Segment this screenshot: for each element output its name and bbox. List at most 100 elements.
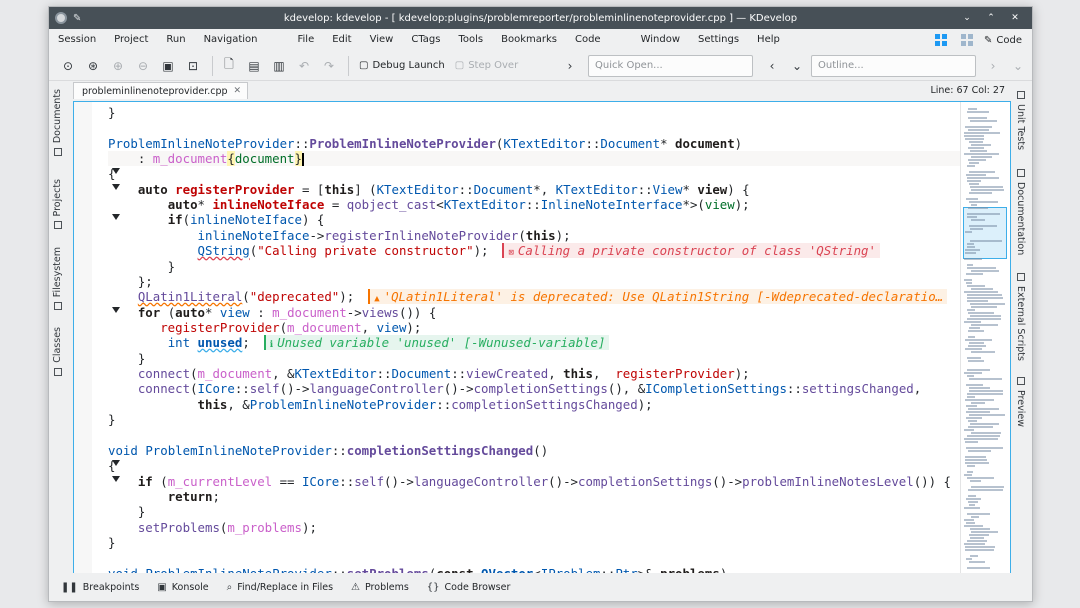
area-grid-icon[interactable] <box>932 31 950 49</box>
minimap-line <box>970 186 1003 188</box>
code-text[interactable]: } ProblemInlineNoteProvider::ProblemInli… <box>108 102 960 574</box>
tab-classes[interactable]: Classes <box>52 327 63 376</box>
tab-documents[interactable]: Documents <box>52 89 63 157</box>
step-over-icon: ▢ <box>454 60 465 71</box>
minimap-line <box>970 120 997 122</box>
minimap[interactable] <box>960 102 1010 574</box>
inline-error-note[interactable]: ⊠ Calling a private constructor of class … <box>502 243 880 258</box>
new-file-icon[interactable]: 🗋 <box>218 55 240 77</box>
minimap-line <box>967 396 975 398</box>
menu-tools[interactable]: Tools <box>449 29 492 51</box>
tab-problems[interactable]: ⚠ Problems <box>351 582 409 593</box>
menu-window[interactable]: Window <box>632 29 689 51</box>
minimap-line <box>971 288 993 290</box>
menu-run[interactable]: Run <box>157 29 194 51</box>
minimap-line <box>966 498 981 500</box>
tab-konsole[interactable]: ▣ Konsole <box>157 582 208 593</box>
minimap-line <box>966 447 1003 449</box>
title-bar[interactable]: ✎ kdevelop: kdevelop - [ kdevelop:plugin… <box>49 7 1032 29</box>
minimap-line <box>969 534 989 536</box>
code-editor[interactable]: } ProblemInlineNoteProvider::ProblemInli… <box>73 101 1011 575</box>
menu-file[interactable]: File <box>289 29 324 51</box>
minimap-line <box>967 309 975 311</box>
area-review-icon[interactable] <box>958 31 976 49</box>
minimap-line <box>971 531 998 533</box>
tab-unit-tests[interactable]: Unit Tests <box>1015 91 1026 150</box>
tab-documents-label: Documents <box>52 89 63 144</box>
kdevelop-app-icon[interactable] <box>55 12 67 24</box>
menu-settings[interactable]: Settings <box>689 29 748 51</box>
minimap-line <box>968 117 987 119</box>
minimize-icon[interactable]: ⌄ <box>960 11 974 25</box>
code-line: auto* inlineNoteIface = qobject_cast<KTe… <box>167 197 750 212</box>
menu-ctags[interactable]: CTags <box>402 29 449 51</box>
toolbar-more-icon[interactable]: › <box>559 55 581 77</box>
tab-find-replace[interactable]: ⌕ Find/Replace in Files <box>227 582 333 593</box>
menu-code[interactable]: Code <box>566 29 610 51</box>
tab-documentation[interactable]: Documentation <box>1015 169 1026 255</box>
inline-info-note[interactable]: ℹ Unused variable 'unused' [-Wunused-vari… <box>263 335 610 350</box>
search-icon: ⌕ <box>226 581 233 593</box>
redo-icon[interactable]: ↷ <box>318 55 340 77</box>
tab-code-browser[interactable]: {} Code Browser <box>427 582 511 593</box>
code-line: if(inlineNoteIface) { <box>167 212 325 227</box>
minimap-line <box>971 189 1004 191</box>
minimap-line <box>967 177 999 179</box>
undo-icon[interactable]: ↶ <box>293 55 315 77</box>
execute-icon[interactable]: ⊙ <box>57 55 79 77</box>
tab-projects[interactable]: Projects <box>52 179 63 230</box>
warning-note-text: 'QLatin1Literal' is deprecated: Use QLat… <box>383 289 944 304</box>
menu-project[interactable]: Project <box>105 29 157 51</box>
breakpoints-icon: ❚❚ <box>61 581 78 593</box>
install-icon[interactable]: ⊡ <box>182 55 204 77</box>
bottom-tool-dock: ❚❚ Breakpoints ▣ Konsole ⌕ Find/Replace … <box>49 573 1032 601</box>
menu-edit[interactable]: Edit <box>323 29 360 51</box>
save-as-icon[interactable]: ▥ <box>268 55 290 77</box>
documentation-icon <box>1016 169 1025 177</box>
debug-icon[interactable]: ⊛ <box>82 55 104 77</box>
konsole-icon: ▣ <box>157 581 167 593</box>
step-over-button[interactable]: ▢ Step Over <box>450 55 523 77</box>
minimap-line <box>967 165 975 167</box>
code-area-button[interactable]: ✎ Code <box>984 35 1032 46</box>
tab-filesystem[interactable]: Filesystem <box>52 247 63 311</box>
close-tab-icon[interactable]: ✕ <box>234 86 242 96</box>
document-tab[interactable]: probleminlinenoteprovider.cpp ✕ <box>73 82 249 99</box>
zoom-out-icon[interactable]: ⊖ <box>132 55 154 77</box>
tab-external-scripts[interactable]: External Scripts <box>1015 273 1026 361</box>
minimap-line <box>968 495 976 497</box>
menu-navigation[interactable]: Navigation <box>195 29 267 51</box>
minimap-line <box>971 219 985 221</box>
build-icon[interactable]: ▣ <box>157 55 179 77</box>
menu-bookmarks[interactable]: Bookmarks <box>492 29 566 51</box>
history-dropdown-icon[interactable]: ⌄ <box>786 55 808 77</box>
minimap-line <box>969 390 1003 392</box>
code-line: if (m_currentLevel == ICore::self()->lan… <box>137 474 952 489</box>
zoom-in-icon[interactable]: ⊕ <box>107 55 129 77</box>
quick-open-input[interactable]: Quick Open... <box>588 54 753 77</box>
menu-view[interactable]: View <box>361 29 403 51</box>
save-icon[interactable]: ▤ <box>243 55 265 77</box>
tab-preview[interactable]: Preview <box>1015 377 1026 427</box>
minimap-line <box>971 351 995 353</box>
minimap-line <box>970 315 1001 317</box>
code-line: registerProvider(m_document, view); <box>160 320 422 335</box>
tab-breakpoints[interactable]: ❚❚ Breakpoints <box>61 582 139 593</box>
minimap-line <box>970 423 999 425</box>
forward-icon[interactable]: › <box>982 55 1004 77</box>
outline-input[interactable]: Outline... <box>811 54 976 77</box>
back-icon[interactable]: ‹ <box>761 55 783 77</box>
debug-launch-button[interactable]: ▢ Debug Launch <box>354 55 450 77</box>
pin-icon[interactable]: ✎ <box>73 13 81 24</box>
minimap-line <box>966 282 972 284</box>
maximize-icon[interactable]: ⌃ <box>984 11 998 25</box>
forward-dropdown-icon[interactable]: ⌄ <box>1007 55 1029 77</box>
inline-warning-note[interactable]: ▲ 'QLatin1Literal' is deprecated: Use QLa… <box>368 289 948 304</box>
close-icon[interactable]: ✕ <box>1008 11 1022 25</box>
minimap-line <box>970 303 1005 305</box>
code-line: auto registerProvider = [this] (KTextEdi… <box>137 182 750 197</box>
menu-session[interactable]: Session <box>49 29 105 51</box>
minimap-line <box>964 507 980 509</box>
minimap-line <box>967 285 985 287</box>
menu-help[interactable]: Help <box>748 29 789 51</box>
